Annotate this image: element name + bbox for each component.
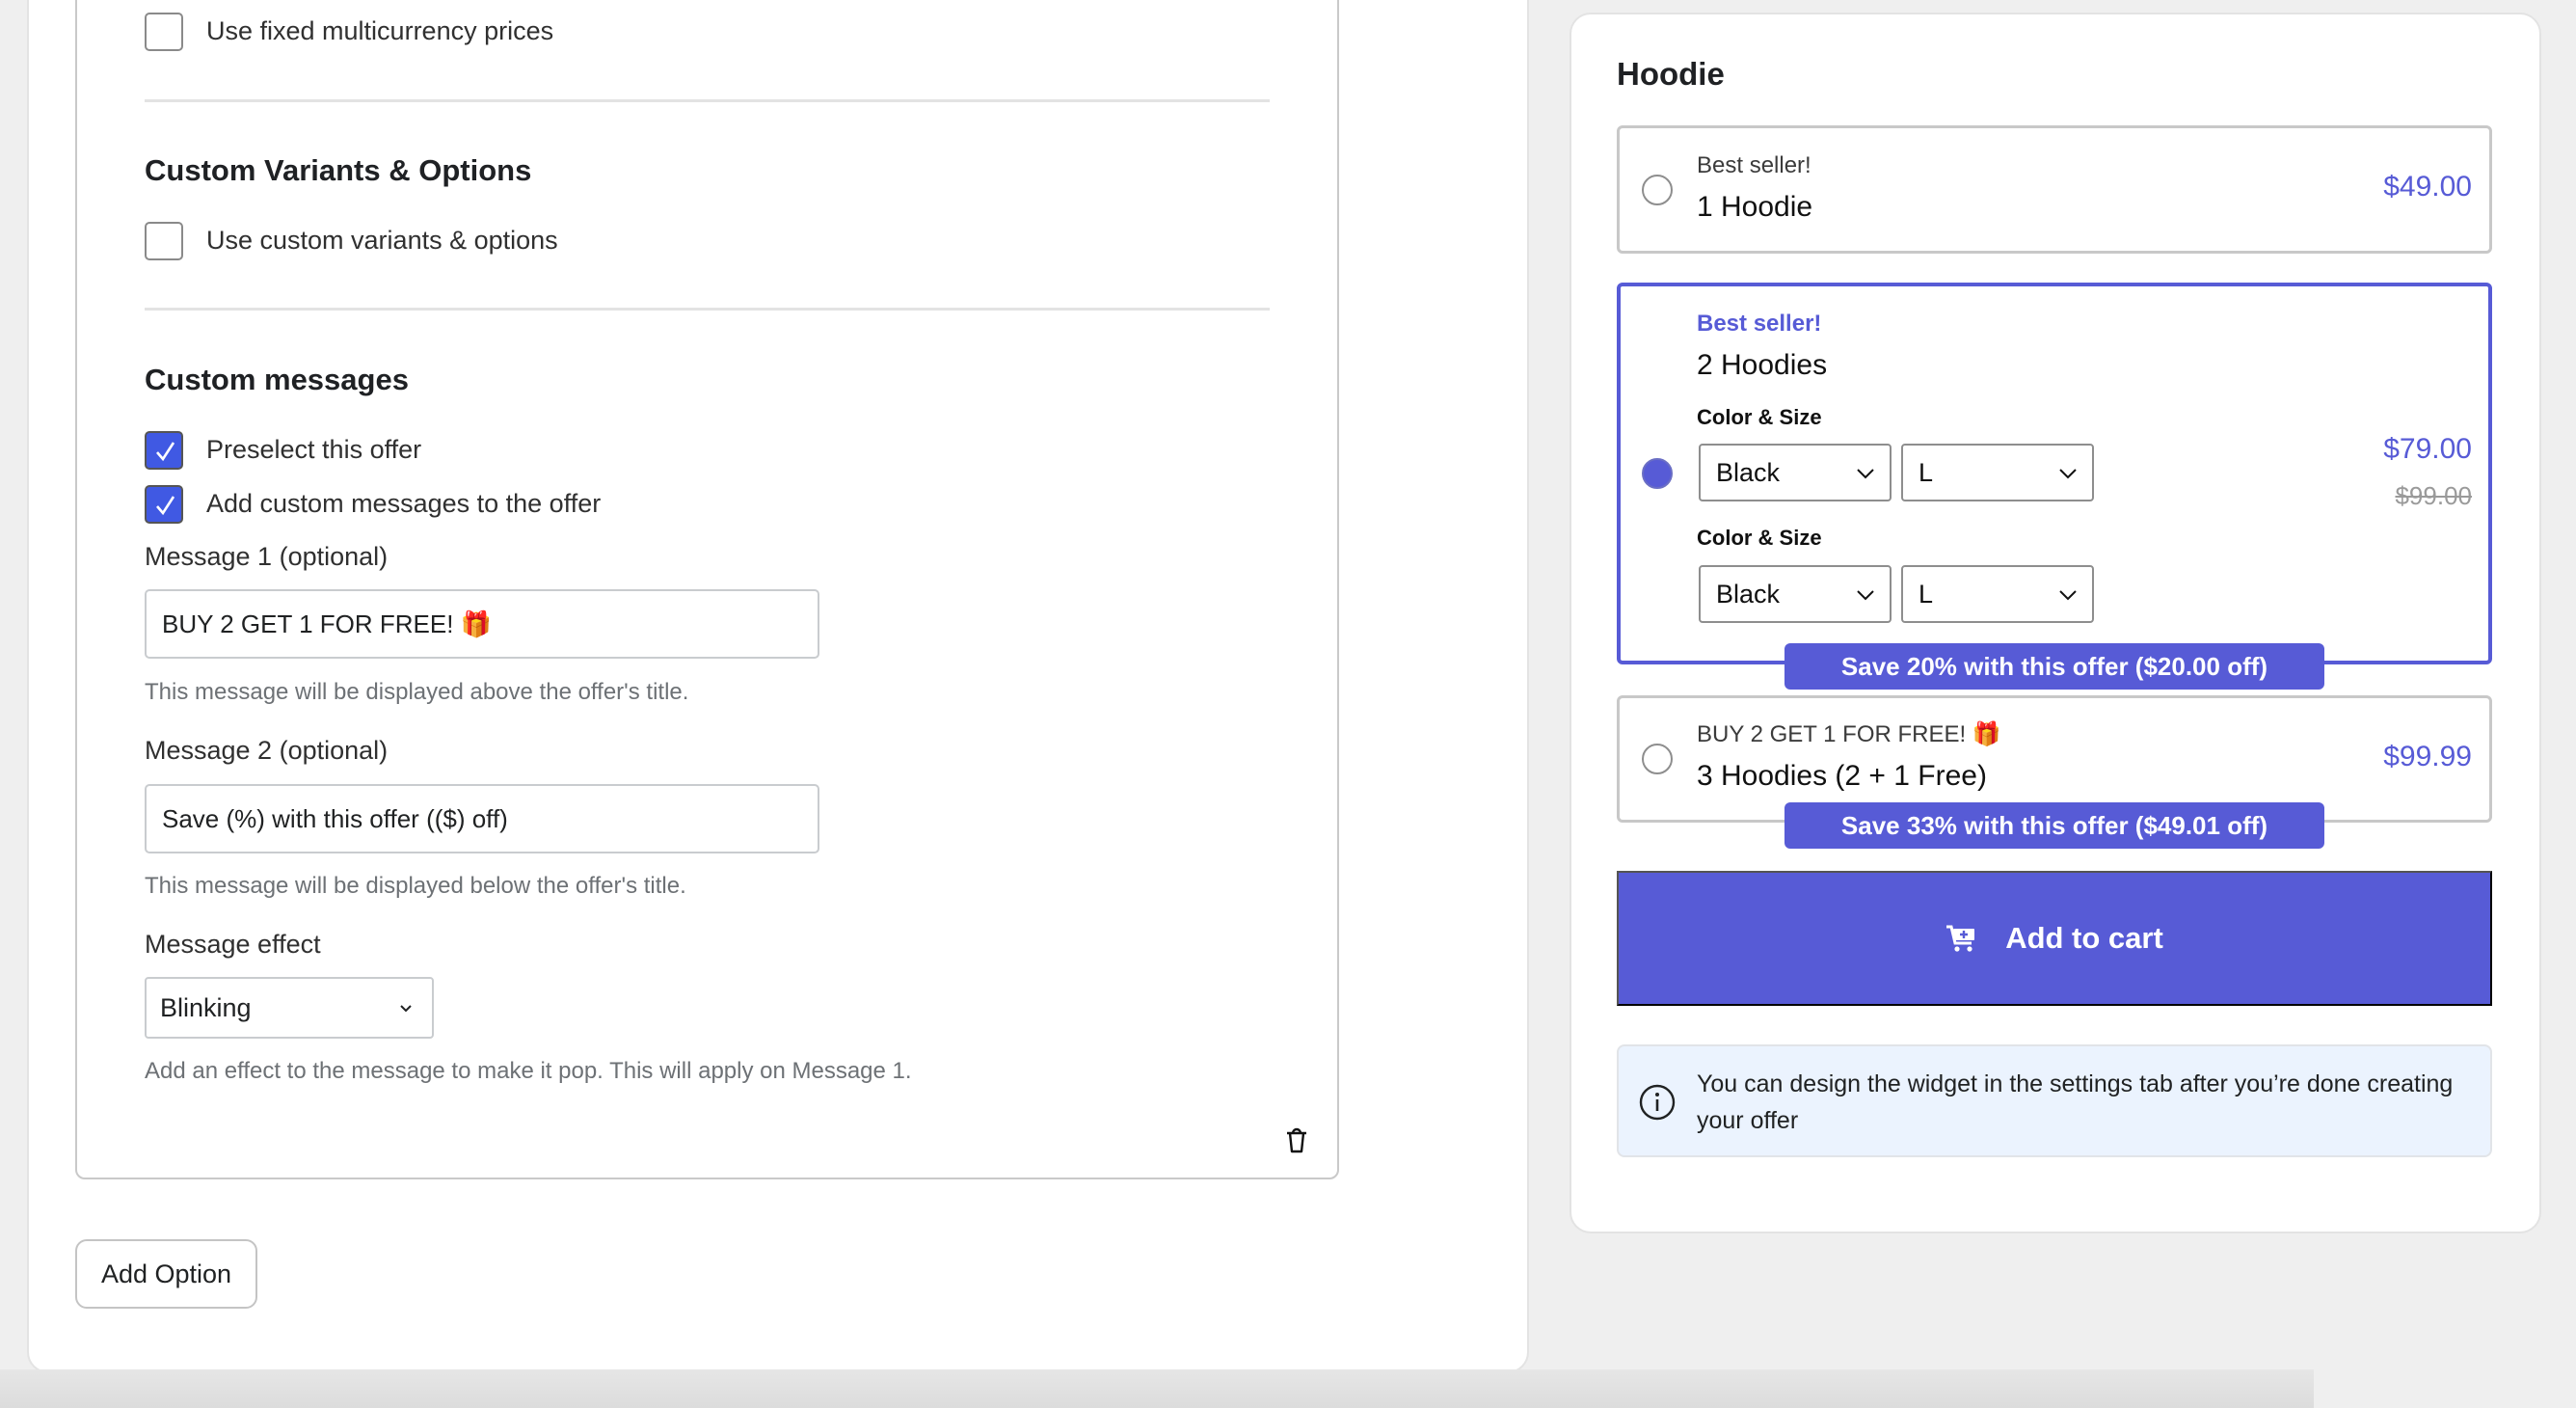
chevron-down-icon (2059, 469, 2077, 479)
info-icon (1639, 1084, 1676, 1121)
variant-size-select[interactable]: L (1901, 444, 2094, 501)
offer-radio-selected[interactable] (1642, 458, 1673, 489)
offer-message: Best seller! (1697, 311, 1822, 337)
section-divider (145, 99, 1270, 102)
offer-radio[interactable] (1642, 175, 1673, 205)
add-to-cart-label: Add to cart (2005, 921, 2163, 955)
offer-message: Best seller! (1697, 152, 1811, 178)
info-text: You can design the widget in the setting… (1697, 1070, 2454, 1134)
variant-label: Color & Size (1697, 526, 1822, 550)
variant-size-value: L (1919, 457, 1934, 487)
custom-variants-label: Use custom variants & options (206, 226, 558, 255)
chevron-down-icon (1857, 469, 1874, 479)
message-2-input[interactable]: Save (%) with this offer (($) off) (145, 784, 819, 853)
message-1-label: Message 1 (optional) (145, 542, 389, 571)
bottom-shade (0, 1369, 2314, 1408)
offer-price: $99.99 (2383, 741, 2472, 772)
variant-size-value: L (1919, 579, 1934, 609)
custom-messages-title: Custom messages (145, 363, 409, 396)
section-divider (145, 308, 1270, 311)
chevron-down-icon (2059, 590, 2077, 601)
preselect-offer-checkbox[interactable] (145, 431, 183, 470)
message-2-label: Message 2 (optional) (145, 736, 389, 765)
chevron-down-icon (1857, 590, 1874, 601)
offer-compare-price: $99.00 (2395, 481, 2472, 510)
offer-title: 3 Hoodies (2 + 1 Free) (1697, 760, 1987, 792)
message-1-value: BUY 2 GET 1 FOR FREE! 🎁 (162, 609, 493, 638)
message-2-help: This message will be displayed below the… (145, 873, 686, 899)
save-badge: Save 33% with this offer ($49.01 off) (1784, 802, 2324, 849)
add-custom-messages-label: Add custom messages to the offer (206, 489, 602, 518)
message-effect-help: Add an effect to the message to make it … (145, 1058, 912, 1084)
offer-price: $49.00 (2383, 171, 2472, 203)
custom-variants-title: Custom Variants & Options (145, 153, 532, 187)
message-effect-value: Blinking (160, 992, 252, 1022)
cart-plus-icon (1946, 925, 1975, 952)
multicurrency-checkbox[interactable] (145, 13, 183, 51)
message-2-value: Save (%) with this offer (($) off) (162, 803, 508, 833)
offer-radio[interactable] (1642, 744, 1673, 774)
message-effect-label: Message effect (145, 930, 321, 959)
add-custom-messages-checkbox[interactable] (145, 485, 183, 524)
message-1-input[interactable]: BUY 2 GET 1 FOR FREE! 🎁 (145, 589, 819, 659)
multicurrency-label: Use fixed multicurrency prices (206, 16, 554, 45)
variant-color-value: Black (1716, 457, 1781, 487)
offer-message: BUY 2 GET 1 FOR FREE! 🎁 (1697, 721, 2001, 747)
trash-icon[interactable] (1282, 1124, 1311, 1160)
checkmark-icon (156, 442, 175, 462)
chevron-down-icon (400, 1005, 412, 1013)
message-effect-select[interactable]: Blinking (145, 977, 434, 1039)
custom-variants-checkbox[interactable] (145, 222, 183, 260)
offer-title: 2 Hoodies (1697, 349, 1828, 381)
checkmark-icon (156, 496, 175, 516)
offer-title: 1 Hoodie (1697, 191, 1813, 223)
offer-price: $79.00 (2383, 433, 2472, 465)
message-1-help: This message will be displayed above the… (145, 679, 689, 705)
info-banner: You can design the widget in the setting… (1617, 1044, 2492, 1157)
variant-color-select[interactable]: Black (1699, 444, 1892, 501)
offer-option[interactable] (1617, 125, 2492, 254)
preview-product-title: Hoodie (1617, 56, 1725, 92)
add-option-button[interactable]: Add Option (75, 1239, 257, 1309)
variant-color-value: Black (1716, 579, 1781, 609)
save-badge: Save 20% with this offer ($20.00 off) (1784, 643, 2324, 690)
preselect-offer-label: Preselect this offer (206, 435, 422, 464)
variant-color-select[interactable]: Black (1699, 565, 1892, 623)
add-to-cart-button[interactable]: Add to cart (1617, 871, 2492, 1006)
variant-label: Color & Size (1697, 405, 1822, 429)
variant-size-select[interactable]: L (1901, 565, 2094, 623)
